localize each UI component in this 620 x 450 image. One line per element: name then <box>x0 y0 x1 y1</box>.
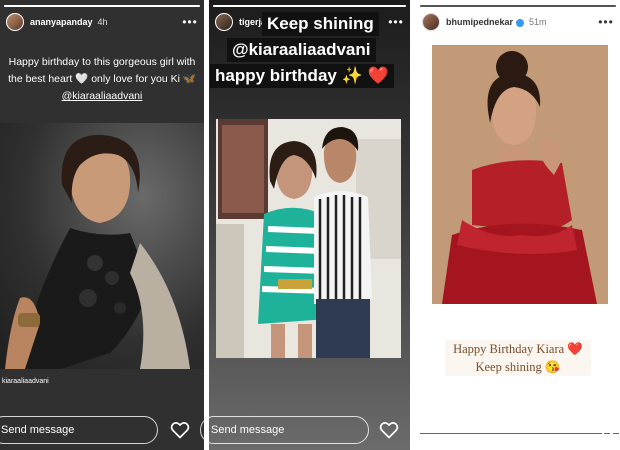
story-progress-bar <box>420 5 616 7</box>
kiss-emoji-icon: 😘 <box>544 360 561 374</box>
sparkles-icon: ✨ <box>341 66 363 85</box>
heart-outline-icon[interactable] <box>170 420 190 440</box>
stories-collage: ananyapanday 4h ••• Happy birthday to th… <box>0 0 620 450</box>
story-username[interactable]: ananyapanday <box>30 17 93 27</box>
send-message-input[interactable]: Send message <box>0 416 158 444</box>
story-header: bhumipednekar 51m ••• <box>422 12 614 32</box>
story-text-line3: happy birthday ✨ ❤️ <box>210 64 394 88</box>
more-horizontal-icon[interactable]: ••• <box>182 15 198 29</box>
avatar[interactable] <box>215 13 233 31</box>
red-heart-icon: ❤️ <box>567 342 583 356</box>
send-message-input[interactable]: Send message <box>200 416 369 444</box>
story-photo <box>216 119 401 358</box>
caption-text-2: only love for you Ki <box>91 73 180 85</box>
heart-outline-icon[interactable] <box>379 420 399 440</box>
story-text-birthday: happy birthday <box>215 66 337 85</box>
red-heart-icon: ❤️ <box>367 66 389 85</box>
butterfly-icon: 🦋 <box>182 73 196 85</box>
avatar[interactable] <box>6 13 24 31</box>
message-input-underline[interactable] <box>420 433 602 434</box>
greeting-line1: Happy Birthday Kiara ❤️ <box>453 342 583 356</box>
input-divider <box>604 433 610 434</box>
input-divider <box>613 433 619 434</box>
story-text-line1: Keep shining <box>262 12 379 36</box>
story-timestamp: 4h <box>97 17 108 27</box>
story-username[interactable]: bhumipednekar <box>446 17 525 27</box>
avatar[interactable] <box>422 13 440 31</box>
story-text-mention[interactable]: @kiaraaliaadvani <box>227 38 376 62</box>
more-horizontal-icon[interactable]: ••• <box>598 15 614 29</box>
story-progress-bar <box>213 5 406 7</box>
story-ananyapanday[interactable]: ananyapanday 4h ••• Happy birthday to th… <box>0 0 204 450</box>
story-photo <box>0 123 204 369</box>
story-greeting: Happy Birthday Kiara ❤️ Keep shining 😘 <box>445 340 591 376</box>
greeting-line2: Keep shining 😘 <box>475 360 561 374</box>
story-progress-bar <box>4 5 200 7</box>
verified-badge-icon <box>516 18 525 27</box>
caption-mention[interactable]: @kiaraaliaadvani <box>62 90 143 102</box>
story-header: ananyapanday 4h ••• <box>6 12 198 32</box>
more-horizontal-icon[interactable]: ••• <box>388 15 404 29</box>
story-timestamp: 51m <box>529 17 547 27</box>
white-heart-icon: 🤍 <box>75 73 89 85</box>
story-caption: Happy birthday to this gorgeous girl wit… <box>8 54 196 105</box>
photo-tag[interactable]: kiaraaliaadvani <box>2 378 49 385</box>
story-photo <box>432 45 608 304</box>
